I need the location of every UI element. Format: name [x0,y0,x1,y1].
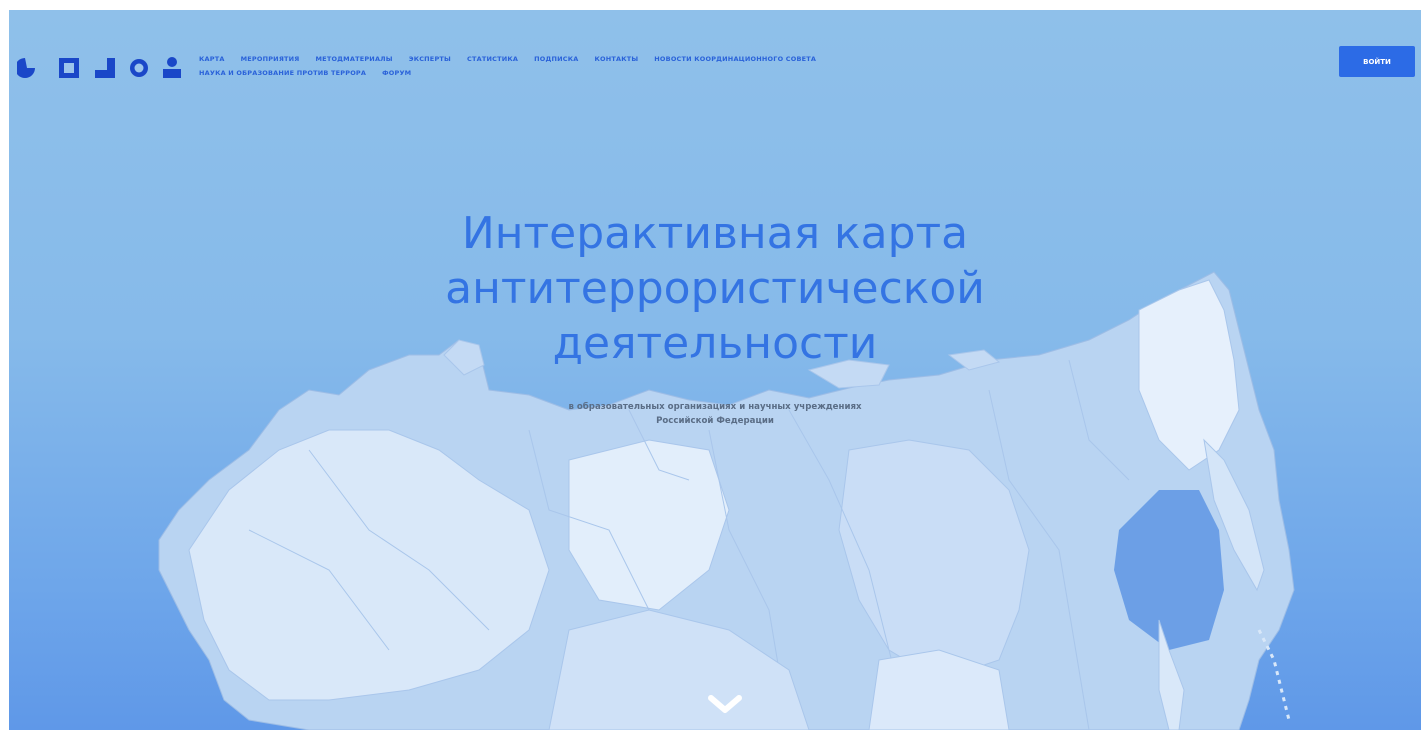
nav-row-2: НАУКА И ОБРАЗОВАНИЕ ПРОТИВ ТЕРРОРА ФОРУМ [199,69,1119,77]
nav-item-events[interactable]: МЕРОПРИЯТИЯ [241,55,300,63]
hero-title: Интерактивная карта антитеррористической… [445,208,985,369]
hero-subtitle-line-2: Российской Федерации [656,416,774,426]
nav-item-science-education[interactable]: НАУКА И ОБРАЗОВАНИЕ ПРОТИВ ТЕРРОРА [199,69,366,77]
hero-section: КАРТА МЕРОПРИЯТИЯ МЕТОДМАТЕРИАЛЫ ЭКСПЕРТ… [9,10,1421,730]
hero-subtitle: в образовательных организациях и научных… [409,400,1021,428]
nav-item-forum[interactable]: ФОРУМ [382,69,411,77]
nav-item-council-news[interactable]: НОВОСТИ КООРДИНАЦИОННОГО СОВЕТА [654,55,816,63]
login-button[interactable]: ВОЙТИ [1339,46,1415,77]
main-nav: КАРТА МЕРОПРИЯТИЯ МЕТОДМАТЕРИАЛЫ ЭКСПЕРТ… [199,55,1119,77]
chevron-down-icon [708,695,742,713]
nav-item-subscription[interactable]: ПОДПИСКА [534,55,578,63]
nav-item-experts[interactable]: ЭКСПЕРТЫ [409,55,451,63]
logo-shapes-icon[interactable] [17,52,187,82]
scroll-down-button[interactable] [703,690,747,718]
hero-subtitle-line-1: в образовательных организациях и научных… [568,402,862,412]
nav-item-statistics[interactable]: СТАТИСТИКА [467,55,518,63]
nav-item-method-materials[interactable]: МЕТОДМАТЕРИАЛЫ [316,55,393,63]
nav-row-1: КАРТА МЕРОПРИЯТИЯ МЕТОДМАТЕРИАЛЫ ЭКСПЕРТ… [199,55,1119,63]
nav-item-map[interactable]: КАРТА [199,55,225,63]
nav-item-contacts[interactable]: КОНТАКТЫ [594,55,638,63]
